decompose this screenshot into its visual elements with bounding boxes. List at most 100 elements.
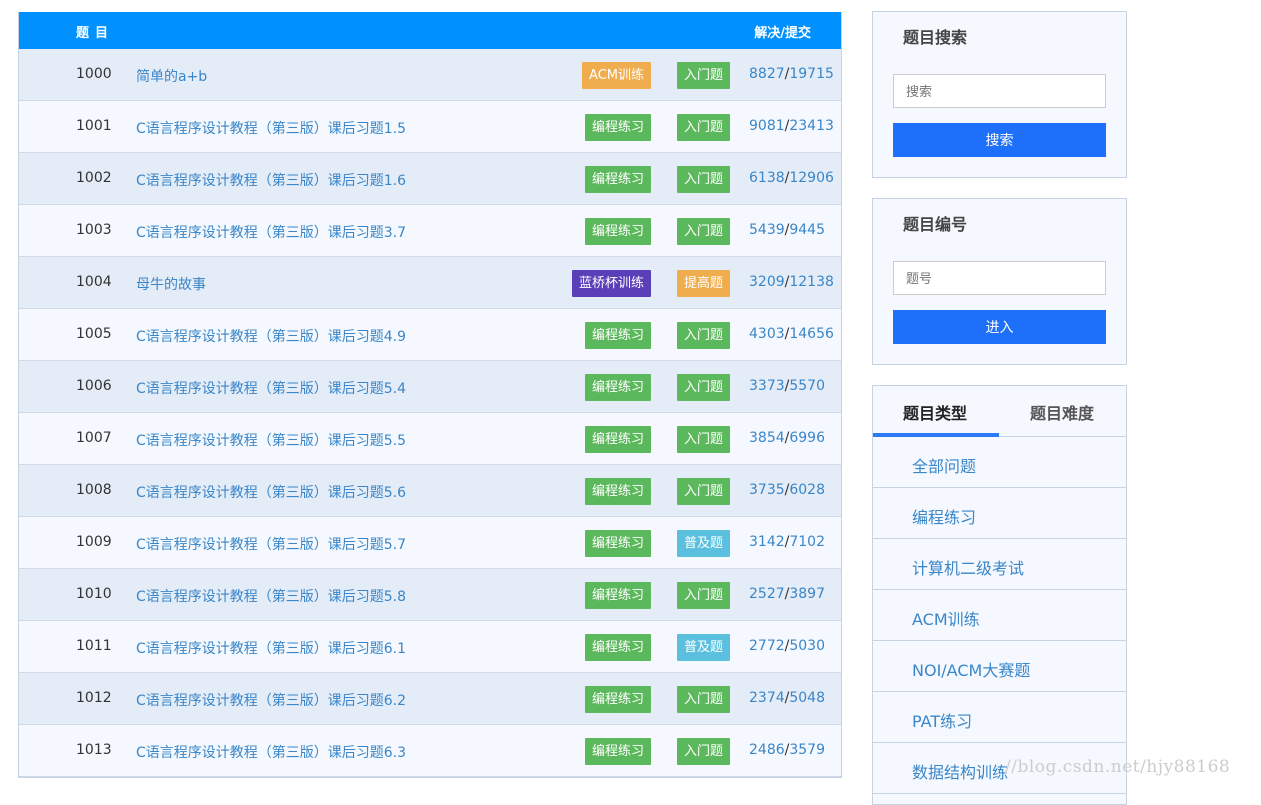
type-item[interactable]: NOI/ACM大赛题 [873,641,1126,692]
header-title: 题目 [76,26,115,41]
problem-number-input[interactable] [893,261,1106,295]
category-badge[interactable]: 编程练习 [584,374,651,401]
category-badge[interactable]: 编程练习 [584,322,651,349]
level-badge[interactable]: 入门题 [677,218,731,245]
problem-id: 1002 [76,170,112,186]
solve-ratio: 3209/12138 [749,274,834,290]
problem-title-link[interactable]: C语言程序设计教程（第三版）课后习题5.4 [136,378,406,398]
problem-title-link[interactable]: C语言程序设计教程（第三版）课后习题3.7 [136,222,406,242]
table-row: 1012 C语言程序设计教程（第三版）课后习题6.2 编程练习 入门题 2374… [19,673,841,725]
table-row: 1007 C语言程序设计教程（第三版）课后习题5.5 编程练习 入门题 3854… [19,413,841,465]
level-badge[interactable]: 入门题 [677,322,731,349]
tab-problem-type[interactable]: 题目类型 [903,400,967,424]
solved-count[interactable]: 3209 [749,274,785,290]
problem-table: 题目 解决/提交 1000 简单的a+b ACM训练 入门题 8827/1971… [18,12,842,778]
level-badge[interactable]: 入门题 [677,478,731,505]
submitted-count[interactable]: 5570 [789,378,825,394]
solved-count[interactable]: 9081 [749,118,785,134]
category-badge[interactable]: 编程练习 [584,426,651,453]
type-list: 全部问题 编程练习 计算机二级考试 ACM训练 NOI/ACM大赛题 PAT练习 数据结构训… [873,437,1126,794]
level-badge[interactable]: 入门题 [677,426,731,453]
type-item[interactable]: 编程练习 [873,488,1126,539]
type-item[interactable]: 全部问题 [873,437,1126,488]
type-item[interactable]: 计算机二级考试 [873,539,1126,590]
problem-title-link[interactable]: 简单的a+b [136,66,207,86]
level-badge[interactable]: 入门题 [677,114,731,141]
problem-title-link[interactable]: C语言程序设计教程（第三版）课后习题5.6 [136,482,406,502]
level-badge[interactable]: 入门题 [677,686,731,713]
category-badge[interactable]: 编程练习 [584,738,651,765]
problem-title-link[interactable]: C语言程序设计教程（第三版）课后习题5.5 [136,430,406,450]
level-badge[interactable]: 入门题 [677,374,731,401]
submitted-count[interactable]: 3897 [789,586,825,602]
category-badge[interactable]: ACM训练 [582,62,651,89]
category-badge[interactable]: 编程练习 [584,530,651,557]
submitted-count[interactable]: 6028 [789,482,825,498]
solved-count[interactable]: 3735 [749,482,785,498]
submitted-count[interactable]: 12906 [789,170,834,186]
problem-title-link[interactable]: C语言程序设计教程（第三版）课后习题5.7 [136,534,406,554]
problem-title-link[interactable]: C语言程序设计教程（第三版）课后习题6.2 [136,690,406,710]
watermark: //blog.csdn.net/hjy88168 [1005,757,1231,777]
category-badge[interactable]: 编程练习 [584,166,651,193]
table-row: 1010 C语言程序设计教程（第三版）课后习题5.8 编程练习 入门题 2527… [19,569,841,621]
level-badge[interactable]: 入门题 [677,582,731,609]
solved-count[interactable]: 2527 [749,586,785,602]
category-badge[interactable]: 编程练习 [584,582,651,609]
problem-title-link[interactable]: C语言程序设计教程（第三版）课后习题1.5 [136,118,406,138]
category-badge[interactable]: 编程练习 [584,218,651,245]
problem-title-link[interactable]: C语言程序设计教程（第三版）课后习题6.3 [136,742,406,762]
header-ratio: 解决/提交 [754,26,811,41]
solved-count[interactable]: 8827 [749,66,785,82]
submitted-count[interactable]: 5048 [789,690,825,706]
solve-ratio: 9081/23413 [749,118,834,134]
submitted-count[interactable]: 12138 [789,274,834,290]
search-button[interactable]: 搜索 [893,123,1106,157]
category-badge[interactable]: 编程练习 [584,686,651,713]
submitted-count[interactable]: 23413 [789,118,834,134]
submitted-count[interactable]: 7102 [789,534,825,550]
search-panel: 题目搜索 搜索 [872,11,1127,178]
table-row: 1013 C语言程序设计教程（第三版）课后习题6.3 编程练习 入门题 2486… [19,725,841,777]
category-badge[interactable]: 蓝桥杯训练 [571,270,651,297]
submitted-count[interactable]: 6996 [789,430,825,446]
problem-title-link[interactable]: C语言程序设计教程（第三版）课后习题4.9 [136,326,406,346]
solved-count[interactable]: 2772 [749,638,785,654]
problem-id: 1005 [76,326,112,342]
problem-title-link[interactable]: C语言程序设计教程（第三版）课后习题5.8 [136,586,406,606]
search-input[interactable] [893,74,1106,108]
filter-panel: 题目类型 题目难度 全部问题 编程练习 计算机二级考试 ACM训练 NOI/ACM大赛题… [872,385,1127,805]
problem-title-link[interactable]: 母牛的故事 [136,274,206,294]
level-badge[interactable]: 入门题 [677,166,731,193]
level-badge[interactable]: 普及题 [677,634,731,661]
solved-count[interactable]: 4303 [749,326,785,342]
solved-count[interactable]: 6138 [749,170,785,186]
solved-count[interactable]: 2374 [749,690,785,706]
submitted-count[interactable]: 9445 [789,222,825,238]
solved-count[interactable]: 3142 [749,534,785,550]
problem-id: 1001 [76,118,112,134]
problem-title-link[interactable]: C语言程序设计教程（第三版）课后习题6.1 [136,638,406,658]
type-item[interactable]: ACM训练 [873,590,1126,641]
level-badge[interactable]: 普及题 [677,530,731,557]
submitted-count[interactable]: 5030 [789,638,825,654]
level-badge[interactable]: 提高题 [677,270,731,297]
solved-count[interactable]: 3854 [749,430,785,446]
problem-title-link[interactable]: C语言程序设计教程（第三版）课后习题1.6 [136,170,406,190]
category-badge[interactable]: 编程练习 [584,634,651,661]
solved-count[interactable]: 2486 [749,742,785,758]
submitted-count[interactable]: 3579 [789,742,825,758]
submitted-count[interactable]: 19715 [789,66,834,82]
category-badge[interactable]: 编程练习 [584,478,651,505]
type-item[interactable]: PAT练习 [873,692,1126,743]
solved-count[interactable]: 3373 [749,378,785,394]
category-badge[interactable]: 编程练习 [584,114,651,141]
solved-count[interactable]: 5439 [749,222,785,238]
level-badge[interactable]: 入门题 [677,62,731,89]
filter-tabs: 题目类型 题目难度 [873,386,1126,437]
enter-button[interactable]: 进入 [893,310,1106,344]
submitted-count[interactable]: 14656 [789,326,834,342]
tab-problem-difficulty[interactable]: 题目难度 [1030,400,1094,424]
solve-ratio: 2486/3579 [749,742,825,758]
level-badge[interactable]: 入门题 [677,738,731,765]
